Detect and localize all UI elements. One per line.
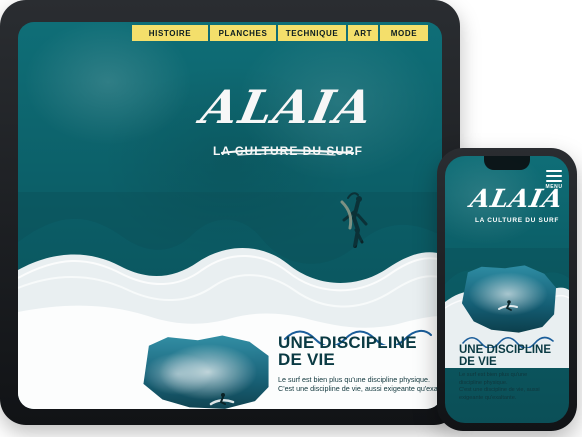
intro-section: UNE DISCIPLINE DE VIE Le surf est bien p… xyxy=(278,334,442,409)
tab-planches[interactable]: PLANCHES xyxy=(210,25,276,41)
logo-underline xyxy=(220,148,355,156)
tablet-hero-brand: ALAIA LA CULTURE DU SURF xyxy=(188,80,388,204)
phone-screen: MENU ALAIA LA CULTURE DU SURF UNE DISCIP… xyxy=(445,156,569,423)
phone-hero-brand: ALAIA LA CULTURE DU SURF xyxy=(467,184,567,242)
phone-photo-surfer-icon xyxy=(498,300,518,311)
phone-section-body: Le surf est bien plus qu'une discipline … xyxy=(459,372,540,401)
phone-tagline: LA CULTURE DU SURF xyxy=(474,217,560,224)
site-logo-title: ALAIA xyxy=(196,80,380,134)
tab-technique[interactable]: TECHNIQUE xyxy=(278,25,346,41)
tab-art[interactable]: ART xyxy=(348,25,378,41)
section-title: UNE DISCIPLINE DE VIE xyxy=(278,333,417,370)
phone-mockup: MENU ALAIA LA CULTURE DU SURF UNE DISCIP… xyxy=(437,148,577,431)
photo-surfer-icon xyxy=(209,393,235,406)
phone-logo-title: ALAIA xyxy=(467,184,567,213)
phone-section-title: UNE DISCIPLINE DE VIE xyxy=(459,344,552,369)
tablet-screen: HISTOIRE PLANCHES TECHNIQUE ART MODE ALA… xyxy=(18,22,442,409)
hamburger-icon xyxy=(546,170,562,182)
tab-mode[interactable]: MODE xyxy=(380,25,428,41)
tablet-top-nav: HISTOIRE PLANCHES TECHNIQUE ART MODE xyxy=(132,25,432,41)
tab-histoire[interactable]: HISTOIRE xyxy=(132,25,208,41)
phone-notch xyxy=(484,156,530,170)
section-body: Le surf est bien plus qu'une discipline … xyxy=(278,374,442,394)
phone-intro-section: UNE DISCIPLINE DE VIE Le surf est bien p… xyxy=(459,344,567,420)
